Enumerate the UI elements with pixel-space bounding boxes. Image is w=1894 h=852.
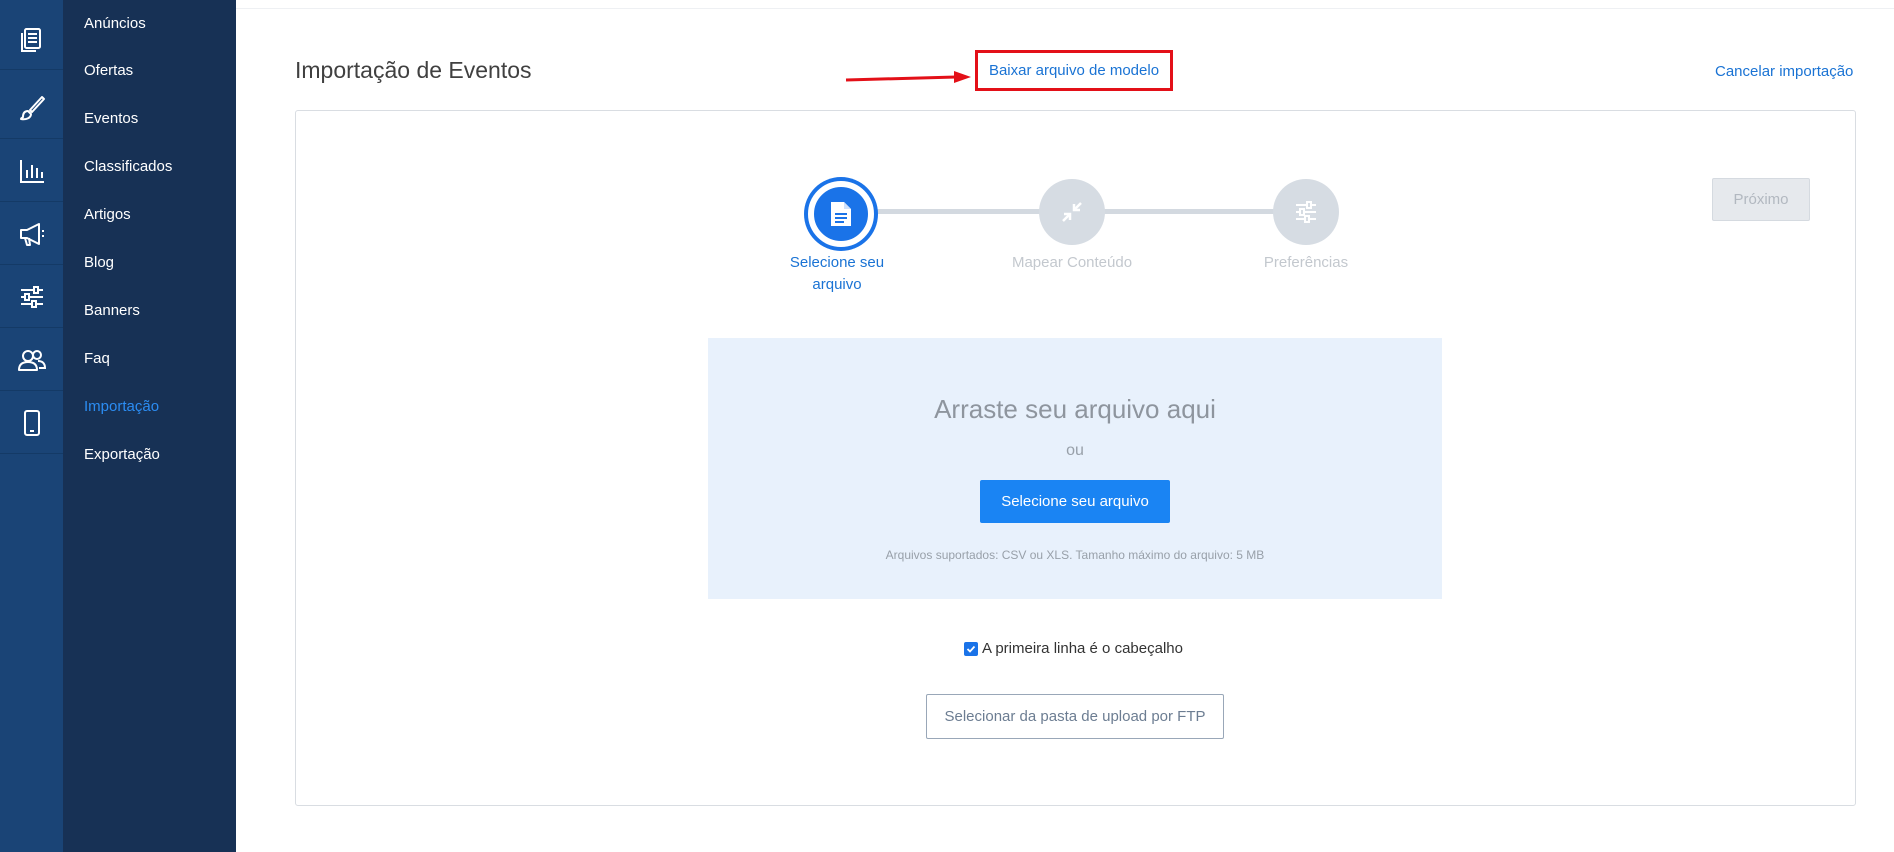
sliders-icon xyxy=(1296,201,1316,223)
ftp-upload-button[interactable]: Selecionar da pasta de upload por FTP xyxy=(926,694,1224,739)
sliders-icon xyxy=(20,285,43,308)
icon-rail xyxy=(0,0,63,852)
sidebar-item-banners[interactable]: Banners xyxy=(84,302,140,319)
header-row-checkbox-label: A primeira linha é o cabeçalho xyxy=(982,640,1183,657)
step-connector xyxy=(868,209,1042,214)
rail-item-promotion[interactable] xyxy=(0,203,63,265)
documents-icon xyxy=(20,27,41,52)
sidebar-item-anuncios[interactable]: Anúncios xyxy=(84,15,146,32)
mobile-icon xyxy=(23,409,40,436)
bar-chart-icon xyxy=(19,159,44,183)
header-row-option: A primeira linha é o cabeçalho xyxy=(964,640,1183,657)
rail-item-design[interactable] xyxy=(0,77,63,139)
users-icon xyxy=(17,349,46,371)
step-2-circle xyxy=(1039,179,1105,245)
step-3-circle xyxy=(1273,179,1339,245)
sidebar-item-faq[interactable]: Faq xyxy=(84,350,110,367)
select-file-button[interactable]: Selecione seu arquivo xyxy=(980,480,1170,523)
megaphone-icon xyxy=(19,222,44,246)
dropzone-or: ou xyxy=(1066,442,1084,459)
rail-item-mobile[interactable] xyxy=(0,392,63,454)
sidebar-item-classificados[interactable]: Classificados xyxy=(84,158,172,175)
step-1-label[interactable]: Selecione seu arquivo xyxy=(762,252,912,296)
download-highlight-box: Baixar arquivo de modelo xyxy=(975,50,1173,91)
app: Anúncios Ofertas Eventos Classificados A… xyxy=(0,0,1894,852)
rail-item-settings[interactable] xyxy=(0,266,63,328)
file-dropzone[interactable]: Arraste seu arquivo aqui ou Selecione se… xyxy=(708,338,1442,599)
header-row-checkbox[interactable] xyxy=(964,641,978,656)
dropzone-hint: Arquivos suportados: CSV ou XLS. Tamanho… xyxy=(885,548,1265,562)
step-1-label-line2: arquivo xyxy=(812,276,862,293)
top-divider xyxy=(236,8,1894,9)
cancel-import-link[interactable]: Cancelar importação xyxy=(1715,63,1853,80)
sidebar-item-artigos[interactable]: Artigos xyxy=(84,206,131,223)
red-arrow-annotation xyxy=(845,71,971,83)
sidebar-item-importacao[interactable]: Importação xyxy=(84,398,159,415)
compress-icon xyxy=(1062,202,1082,222)
step-1-circle[interactable] xyxy=(808,181,874,247)
sidebar-item-eventos[interactable]: Eventos xyxy=(84,110,138,127)
rail-item-reports[interactable] xyxy=(0,140,63,202)
page-title: Importação de Eventos xyxy=(295,57,532,83)
rail-item-users[interactable] xyxy=(0,329,63,391)
sidebar: Anúncios Ofertas Eventos Classificados A… xyxy=(63,0,236,852)
sidebar-item-ofertas[interactable]: Ofertas xyxy=(84,62,133,79)
brush-icon xyxy=(19,95,45,120)
rail-item-content[interactable] xyxy=(0,8,63,70)
file-icon xyxy=(831,202,851,226)
sidebar-item-blog[interactable]: Blog xyxy=(84,254,114,271)
step-connector xyxy=(1102,209,1276,214)
sidebar-item-exportacao[interactable]: Exportação xyxy=(84,446,160,463)
next-button[interactable]: Próximo xyxy=(1712,178,1810,221)
step-3-label: Preferências xyxy=(1263,254,1349,271)
step-1-label-line1: Selecione seu xyxy=(789,254,885,271)
download-template-link[interactable]: Baixar arquivo de modelo xyxy=(989,62,1159,79)
check-icon xyxy=(966,645,976,653)
dropzone-title: Arraste seu arquivo aqui xyxy=(934,394,1216,424)
step-2-label: Mapear Conteúdo xyxy=(1011,254,1133,271)
